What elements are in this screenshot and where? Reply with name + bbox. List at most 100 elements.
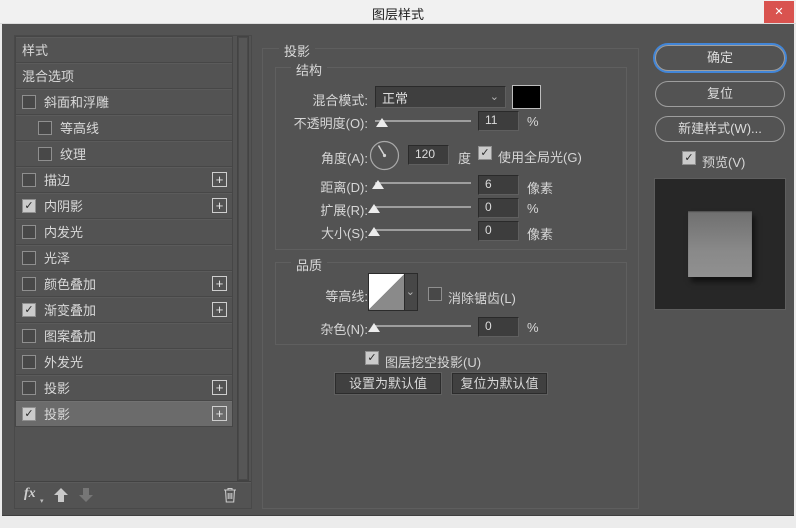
opacity-unit: % xyxy=(527,114,539,129)
antialias-checkbox[interactable] xyxy=(428,287,442,301)
style-item-2[interactable]: 斜面和浮雕 xyxy=(16,89,232,115)
style-item-4[interactable]: 纹理 xyxy=(16,141,232,167)
add-effect-plus-icon[interactable]: + xyxy=(212,406,227,421)
spread-slider-thumb[interactable] xyxy=(368,204,380,213)
style-item-11[interactable]: 图案叠加 xyxy=(16,323,232,349)
style-item-checkbox[interactable] xyxy=(22,250,36,265)
size-slider-track[interactable] xyxy=(375,229,471,231)
style-preview-area xyxy=(654,178,786,310)
size-field[interactable]: 0 xyxy=(478,221,519,241)
style-item-0[interactable]: 样式 xyxy=(16,37,232,63)
style-item-8[interactable]: 光泽 xyxy=(16,245,232,271)
style-item-3[interactable]: 等高线 xyxy=(16,115,232,141)
style-item-label: 光泽 xyxy=(44,251,71,266)
style-item-1[interactable]: 混合选项 xyxy=(16,63,232,89)
knockout-checkbox[interactable]: ✓ xyxy=(365,351,379,365)
size-label: 大小(S): xyxy=(321,226,368,241)
close-button[interactable]: ✕ xyxy=(764,1,794,23)
angle-field[interactable]: 120 xyxy=(408,145,449,165)
new-style-button[interactable]: 新建样式(W)... xyxy=(655,116,785,142)
panel-title: 投影 xyxy=(279,41,316,60)
add-effect-plus-icon[interactable]: + xyxy=(212,380,227,395)
noise-field[interactable]: 0 xyxy=(478,317,519,337)
set-default-button[interactable]: 设置为默认值 xyxy=(335,373,441,394)
style-item-checkbox[interactable] xyxy=(22,276,36,291)
style-item-checkbox[interactable]: ✓ xyxy=(22,302,36,317)
angle-dial[interactable] xyxy=(369,140,400,171)
style-item-12[interactable]: 外发光 xyxy=(16,349,232,375)
style-item-checkbox[interactable]: ✓ xyxy=(22,406,36,421)
style-item-checkbox[interactable] xyxy=(22,224,36,239)
reset-button[interactable]: 复位 xyxy=(655,81,785,107)
distance-unit: 像素 xyxy=(527,181,554,196)
scrollbar-thumb[interactable] xyxy=(239,38,247,479)
blend-mode-value: 正常 xyxy=(382,90,409,106)
style-item-checkbox[interactable] xyxy=(22,380,36,395)
style-item-13[interactable]: 投影 + xyxy=(16,375,232,401)
style-item-10[interactable]: ✓ 渐变叠加 + xyxy=(16,297,232,323)
contour-picker[interactable]: ⌄ xyxy=(368,273,418,311)
style-item-checkbox[interactable] xyxy=(22,328,36,343)
reset-default-button[interactable]: 复位为默认值 xyxy=(452,373,547,394)
opacity-label: 不透明度(O): xyxy=(293,116,368,131)
style-item-label: 内阴影 xyxy=(44,199,84,214)
global-light-checkbox[interactable]: ✓ xyxy=(478,146,492,160)
opacity-field[interactable]: 11 xyxy=(478,111,519,131)
preview-checkbox[interactable]: ✓ xyxy=(682,151,696,165)
opacity-slider-track[interactable] xyxy=(375,120,471,122)
style-item-9[interactable]: 颜色叠加 + xyxy=(16,271,232,297)
add-effect-plus-icon[interactable]: + xyxy=(212,302,227,317)
size-slider-thumb[interactable] xyxy=(368,227,380,236)
style-item-6[interactable]: ✓ 内阴影 + xyxy=(16,193,232,219)
distance-slider-track[interactable] xyxy=(375,182,471,184)
style-item-label: 描边 xyxy=(44,173,71,188)
style-item-checkbox[interactable] xyxy=(38,120,52,135)
titlebar: 图层样式 ✕ xyxy=(0,0,796,24)
ok-button[interactable]: 确定 xyxy=(655,45,785,71)
chevron-down-icon: ⌄ xyxy=(489,91,499,103)
structure-legend: 结构 xyxy=(291,60,328,79)
delete-effect-trash-icon[interactable] xyxy=(222,486,238,504)
spread-slider-track[interactable] xyxy=(375,206,471,208)
style-item-checkbox[interactable]: ✓ xyxy=(22,198,36,213)
noise-slider-track[interactable] xyxy=(375,325,471,327)
noise-label: 杂色(N): xyxy=(320,322,368,337)
style-item-checkbox[interactable] xyxy=(22,172,36,187)
add-effect-plus-icon[interactable]: + xyxy=(212,172,227,187)
distance-field[interactable]: 6 xyxy=(478,175,519,195)
style-item-checkbox[interactable] xyxy=(38,146,52,161)
contour-chevron-icon: ⌄ xyxy=(405,286,415,298)
style-item-checkbox[interactable] xyxy=(22,354,36,369)
distance-slider-thumb[interactable] xyxy=(372,180,384,189)
dialog-title: 图层样式 xyxy=(371,7,424,22)
style-item-label: 渐变叠加 xyxy=(44,303,97,318)
noise-slider-thumb[interactable] xyxy=(368,323,380,332)
spread-label: 扩展(R): xyxy=(320,203,368,218)
shadow-color-swatch[interactable] xyxy=(512,85,541,109)
style-item-14[interactable]: ✓ 投影 + xyxy=(16,401,232,427)
add-effect-plus-icon[interactable]: + xyxy=(212,276,227,291)
style-effect-list: 样式混合选项斜面和浮雕等高线纹理描边 + ✓ 内阴影 + 内发光光泽颜色叠加 + ✓ 渐变叠加 +… xyxy=(15,36,233,427)
blend-mode-dropdown[interactable]: 正常 ⌄ xyxy=(375,86,506,108)
style-item-label: 样式 xyxy=(22,43,49,58)
sidebar-divider xyxy=(15,481,251,482)
fx-caret-icon: ▾ xyxy=(40,498,44,505)
spread-field[interactable]: 0 xyxy=(478,198,519,218)
move-effect-up-icon[interactable] xyxy=(53,487,69,503)
style-item-7[interactable]: 内发光 xyxy=(16,219,232,245)
add-effect-plus-icon[interactable]: + xyxy=(212,198,227,213)
style-item-5[interactable]: 描边 + xyxy=(16,167,232,193)
opacity-slider-thumb[interactable] xyxy=(376,118,388,127)
global-light-label: 使用全局光(G) xyxy=(498,150,582,165)
style-item-checkbox[interactable] xyxy=(22,94,36,109)
style-item-label: 投影 xyxy=(44,381,71,396)
style-item-label: 内发光 xyxy=(44,225,84,240)
angle-label: 角度(A): xyxy=(321,151,368,166)
style-item-label: 外发光 xyxy=(44,355,84,370)
knockout-label: 图层挖空投影(U) xyxy=(385,355,482,370)
contour-thumbnail[interactable] xyxy=(369,274,405,310)
style-item-label: 纹理 xyxy=(60,147,87,162)
style-item-label: 斜面和浮雕 xyxy=(44,95,110,110)
move-effect-down-icon[interactable] xyxy=(78,487,94,503)
fx-menu-button[interactable]: fx xyxy=(24,486,36,502)
